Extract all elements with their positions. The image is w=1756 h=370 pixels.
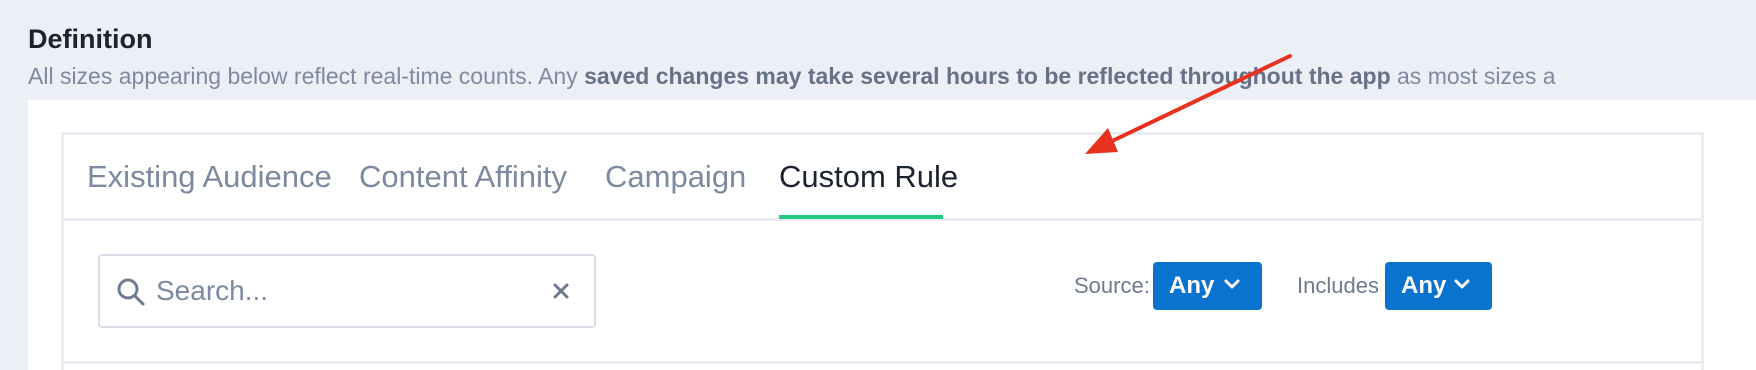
tab-bar: Existing Audience Content Affinity Campa…	[64, 135, 1701, 221]
card-divider	[64, 361, 1701, 364]
tab-custom-rule[interactable]: Custom Rule	[779, 159, 958, 195]
audience-definition-card: Existing Audience Content Affinity Campa…	[61, 132, 1704, 370]
description-text-tail: as most sizes a	[1390, 63, 1556, 89]
active-tab-indicator	[779, 215, 943, 219]
description-text: All sizes appearing below reflect real-t…	[28, 63, 585, 89]
close-icon[interactable]	[548, 278, 574, 304]
search-input[interactable]	[156, 268, 536, 314]
description-emphasis: saved changes may take several hours to …	[584, 63, 1391, 89]
tab-campaign[interactable]: Campaign	[605, 159, 746, 195]
includes-dropdown-value: Any	[1401, 272, 1447, 299]
section-title: Definition	[28, 24, 153, 54]
source-dropdown[interactable]: Any	[1153, 262, 1262, 310]
includes-dropdown[interactable]: Any	[1385, 262, 1492, 310]
chevron-down-icon	[1454, 279, 1470, 289]
tab-existing-audience[interactable]: Existing Audience	[87, 159, 332, 195]
section-description: All sizes appearing below reflect real-t…	[28, 63, 1556, 90]
chevron-down-icon	[1224, 279, 1240, 289]
source-dropdown-value: Any	[1169, 272, 1215, 299]
tab-content-affinity[interactable]: Content Affinity	[359, 159, 567, 195]
source-filter-label: Source:	[1074, 273, 1150, 298]
search-box	[98, 254, 596, 328]
search-icon	[117, 278, 145, 306]
includes-filter-label: Includes	[1297, 273, 1379, 298]
